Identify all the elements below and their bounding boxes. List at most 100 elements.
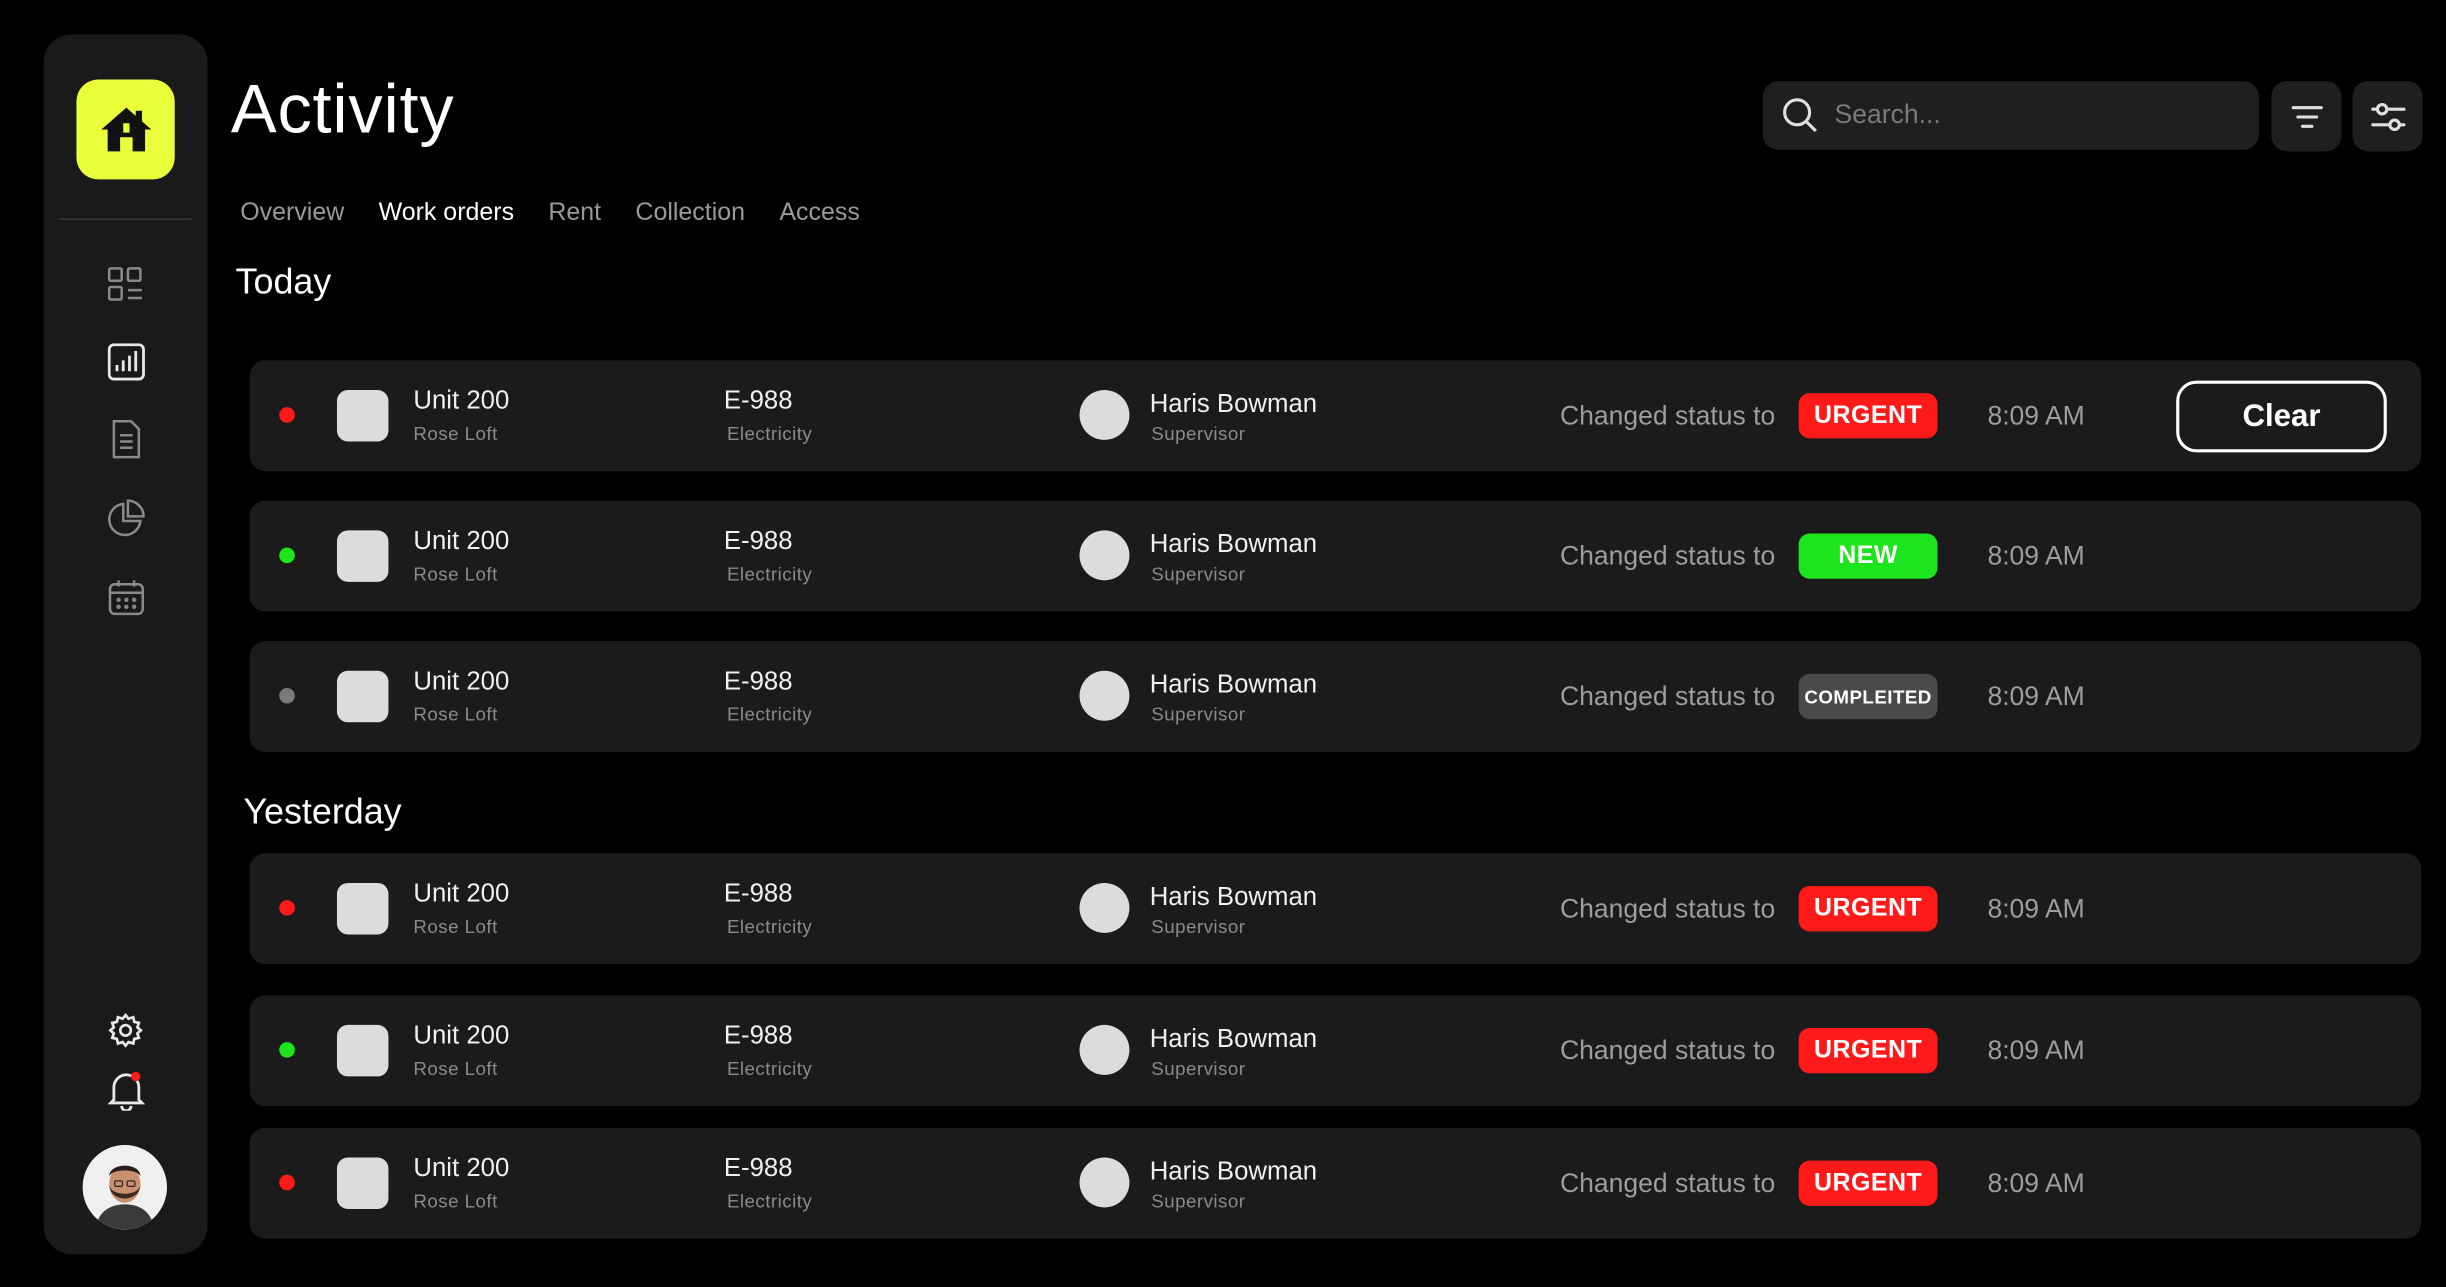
pie-chart-icon[interactable]	[106, 498, 145, 537]
work-order-code: E-988	[723, 1021, 793, 1050]
work-order-category: Electricity	[726, 422, 813, 445]
unit-name: Unit 200	[413, 879, 510, 908]
property-name: Rose Loft	[413, 1057, 498, 1080]
work-order-code: E-988	[723, 879, 793, 908]
activity-row[interactable]: Unit 200 Rose Loft E-988 Electricity Har…	[249, 995, 2422, 1107]
work-order-category: Electricity	[726, 1057, 813, 1080]
sliders-icon	[2370, 102, 2405, 131]
person-avatar	[1079, 530, 1130, 581]
activity-row[interactable]: Unit 200 Rose Loft E-988 Electricity Har…	[249, 853, 2422, 965]
tab-overview[interactable]: Overview	[240, 200, 344, 228]
unit-thumbnail	[336, 530, 389, 582]
activity-row[interactable]: Unit 200 Rose Loft E-988 Electricity Har…	[249, 360, 2422, 472]
calendar-icon[interactable]	[106, 577, 145, 616]
app-window: Activity Overview Work orders Rent Colle…	[0, 0, 2446, 1287]
clear-button[interactable]: Clear	[2176, 380, 2387, 453]
unit-name: Unit 200	[413, 1021, 510, 1050]
timestamp: 8:09 AM	[1987, 681, 2085, 712]
changed-status-label: Changed status to	[1560, 541, 1776, 571]
search-icon	[1783, 98, 1817, 133]
unit-name: Unit 200	[413, 1154, 510, 1183]
activity-row[interactable]: Unit 200 Rose Loft E-988 Electricity Har…	[249, 1127, 2422, 1239]
tab-bar: Overview Work orders Rent Collection Acc…	[240, 200, 860, 228]
changed-status-label: Changed status to	[1560, 893, 1776, 924]
work-order-code: E-988	[723, 1154, 793, 1183]
tab-rent[interactable]: Rent	[548, 200, 601, 228]
status-badge: URGENT	[1798, 393, 1938, 439]
unit-thumbnail	[336, 670, 389, 723]
person-name: Haris Bowman	[1149, 390, 1318, 419]
work-order-category: Electricity	[726, 1190, 813, 1213]
work-order-code: E-988	[723, 667, 793, 696]
work-order-category: Electricity	[726, 563, 813, 585]
notification-bell-icon[interactable]	[106, 1070, 145, 1110]
dashboard-icon[interactable]	[106, 265, 145, 304]
work-order-category: Electricity	[726, 703, 813, 726]
tab-collection[interactable]: Collection	[635, 200, 745, 228]
unit-thumbnail	[336, 390, 389, 442]
work-order-category: Electricity	[726, 915, 813, 938]
person-avatar	[1079, 1024, 1130, 1075]
sidebar-divider	[59, 218, 192, 220]
status-dot	[279, 1042, 295, 1058]
document-icon[interactable]	[106, 419, 145, 459]
person-name: Haris Bowman	[1149, 1157, 1318, 1186]
home-icon	[100, 107, 151, 152]
tab-work-orders[interactable]: Work orders	[379, 200, 514, 228]
timestamp: 8:09 AM	[1987, 400, 2085, 431]
person-name: Haris Bowman	[1149, 530, 1318, 559]
property-name: Rose Loft	[413, 915, 498, 938]
unit-name: Unit 200	[413, 667, 510, 696]
unit-name: Unit 200	[413, 527, 510, 556]
status-dot	[279, 687, 295, 704]
bar-chart-icon[interactable]	[106, 342, 145, 381]
property-name: Rose Loft	[413, 1190, 498, 1213]
status-dot	[279, 407, 295, 423]
timestamp: 8:09 AM	[1987, 1035, 2085, 1066]
unit-thumbnail	[336, 1157, 389, 1209]
sort-button[interactable]	[2271, 81, 2342, 152]
activity-row[interactable]: Unit 200 Rose Loft E-988 Electricity Har…	[249, 500, 2422, 612]
sidebar	[43, 34, 208, 1255]
person-name: Haris Bowman	[1149, 1024, 1318, 1053]
activity-row[interactable]: Unit 200 Rose Loft E-988 Electricity Har…	[249, 641, 2422, 752]
search-box[interactable]	[1762, 81, 2259, 150]
person-role: Supervisor	[1151, 915, 1246, 938]
work-order-code: E-988	[723, 527, 793, 556]
person-avatar	[1079, 390, 1130, 440]
filter-button[interactable]	[2352, 81, 2423, 152]
unit-thumbnail	[336, 882, 389, 935]
person-role: Supervisor	[1151, 422, 1246, 445]
status-badge: URGENT	[1798, 1160, 1938, 1206]
person-role: Supervisor	[1151, 563, 1246, 585]
status-badge: COMPLEITED	[1798, 673, 1938, 720]
person-avatar	[1079, 670, 1130, 721]
person-role: Supervisor	[1151, 1057, 1246, 1080]
person-name: Haris Bowman	[1149, 670, 1318, 699]
status-badge: URGENT	[1798, 886, 1938, 932]
status-dot	[279, 1174, 295, 1191]
page-title: Activity	[230, 71, 455, 149]
unit-thumbnail	[336, 1024, 389, 1077]
status-dot	[279, 547, 295, 564]
property-name: Rose Loft	[413, 563, 498, 585]
status-badge: NEW	[1798, 533, 1938, 579]
changed-status-label: Changed status to	[1560, 1168, 1776, 1199]
person-role: Supervisor	[1151, 1190, 1246, 1213]
settings-icon[interactable]	[106, 1011, 145, 1050]
property-name: Rose Loft	[413, 703, 498, 726]
timestamp: 8:09 AM	[1987, 541, 2085, 571]
changed-status-label: Changed status to	[1560, 400, 1776, 431]
section-title-yesterday: Yesterday	[243, 790, 402, 832]
person-role: Supervisor	[1151, 703, 1246, 726]
sort-icon	[2290, 105, 2323, 128]
person-avatar	[1079, 882, 1130, 933]
user-avatar[interactable]	[82, 1145, 167, 1230]
home-logo[interactable]	[76, 79, 175, 180]
status-badge: URGENT	[1798, 1028, 1938, 1074]
timestamp: 8:09 AM	[1987, 1168, 2085, 1199]
status-dot	[279, 900, 295, 916]
changed-status-label: Changed status to	[1560, 1035, 1776, 1066]
search-input[interactable]	[1834, 99, 2225, 132]
tab-access[interactable]: Access	[779, 200, 859, 228]
